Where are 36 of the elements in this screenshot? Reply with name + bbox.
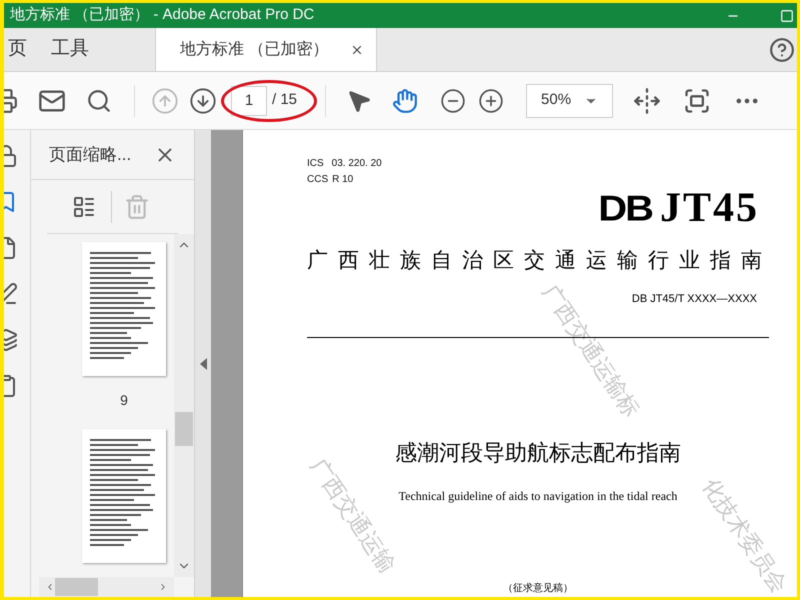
draft-stage: （征求意见稿）: [503, 582, 573, 596]
english-title: Technical guideline of aids to navigation in the tidal reach: [398, 488, 678, 505]
search-icon[interactable]: [86, 88, 112, 114]
window-title: 地方标准 （已加密） - Adobe Acrobat Pro DC: [9, 5, 314, 26]
maximize-icon[interactable]: [780, 8, 794, 22]
page-number-field[interactable]: 1: [231, 86, 267, 116]
vertical-scrollbar[interactable]: [174, 234, 194, 577]
zoom-dropdown[interactable]: 50%: [526, 84, 614, 118]
help-icon[interactable]: [769, 36, 795, 62]
document-title: 感潮河段导助航标志配布指南: [395, 439, 681, 467]
document-tab[interactable]: 地方标准 （已加密）: [155, 28, 377, 71]
page-thumbnail[interactable]: [82, 242, 166, 376]
ccs-label: CCS: [307, 173, 328, 187]
zoom-in-icon[interactable]: [478, 88, 504, 114]
page-label: 9: [120, 391, 128, 410]
issuer-heading: 广西壮族自治区交通运输行业指南: [307, 248, 769, 274]
page-total: / 15: [272, 90, 298, 110]
scrollbar-thumb[interactable]: [175, 412, 193, 446]
standard-code: DB JT45/T XXXX—XXXX: [632, 292, 757, 306]
hand-tool-icon[interactable]: [392, 88, 418, 114]
nav-tab[interactable]: 工具: [31, 28, 109, 71]
collapse-arrow-icon[interactable]: [200, 358, 206, 370]
fullscreen-icon[interactable]: [683, 86, 712, 114]
ccs-code: R 10: [332, 173, 354, 187]
scrollbar-thumb[interactable]: [55, 578, 98, 596]
nav-tab[interactable]: 页: [4, 28, 31, 71]
ics-code: 03. 220. 20: [332, 157, 382, 171]
expand-horizontal-icon[interactable]: [633, 86, 662, 116]
standard-logo-prefix: DB: [598, 191, 652, 227]
page-thumbnail[interactable]: [82, 429, 166, 563]
horizontal-scrollbar[interactable]: [39, 577, 174, 597]
ics-label: ICS: [307, 157, 324, 171]
next-page-icon[interactable]: [189, 86, 217, 114]
standard-logo-serif: JT45: [660, 187, 759, 229]
zoom-out-icon[interactable]: [440, 88, 466, 114]
panel-title: 页面缩略...: [49, 144, 132, 166]
